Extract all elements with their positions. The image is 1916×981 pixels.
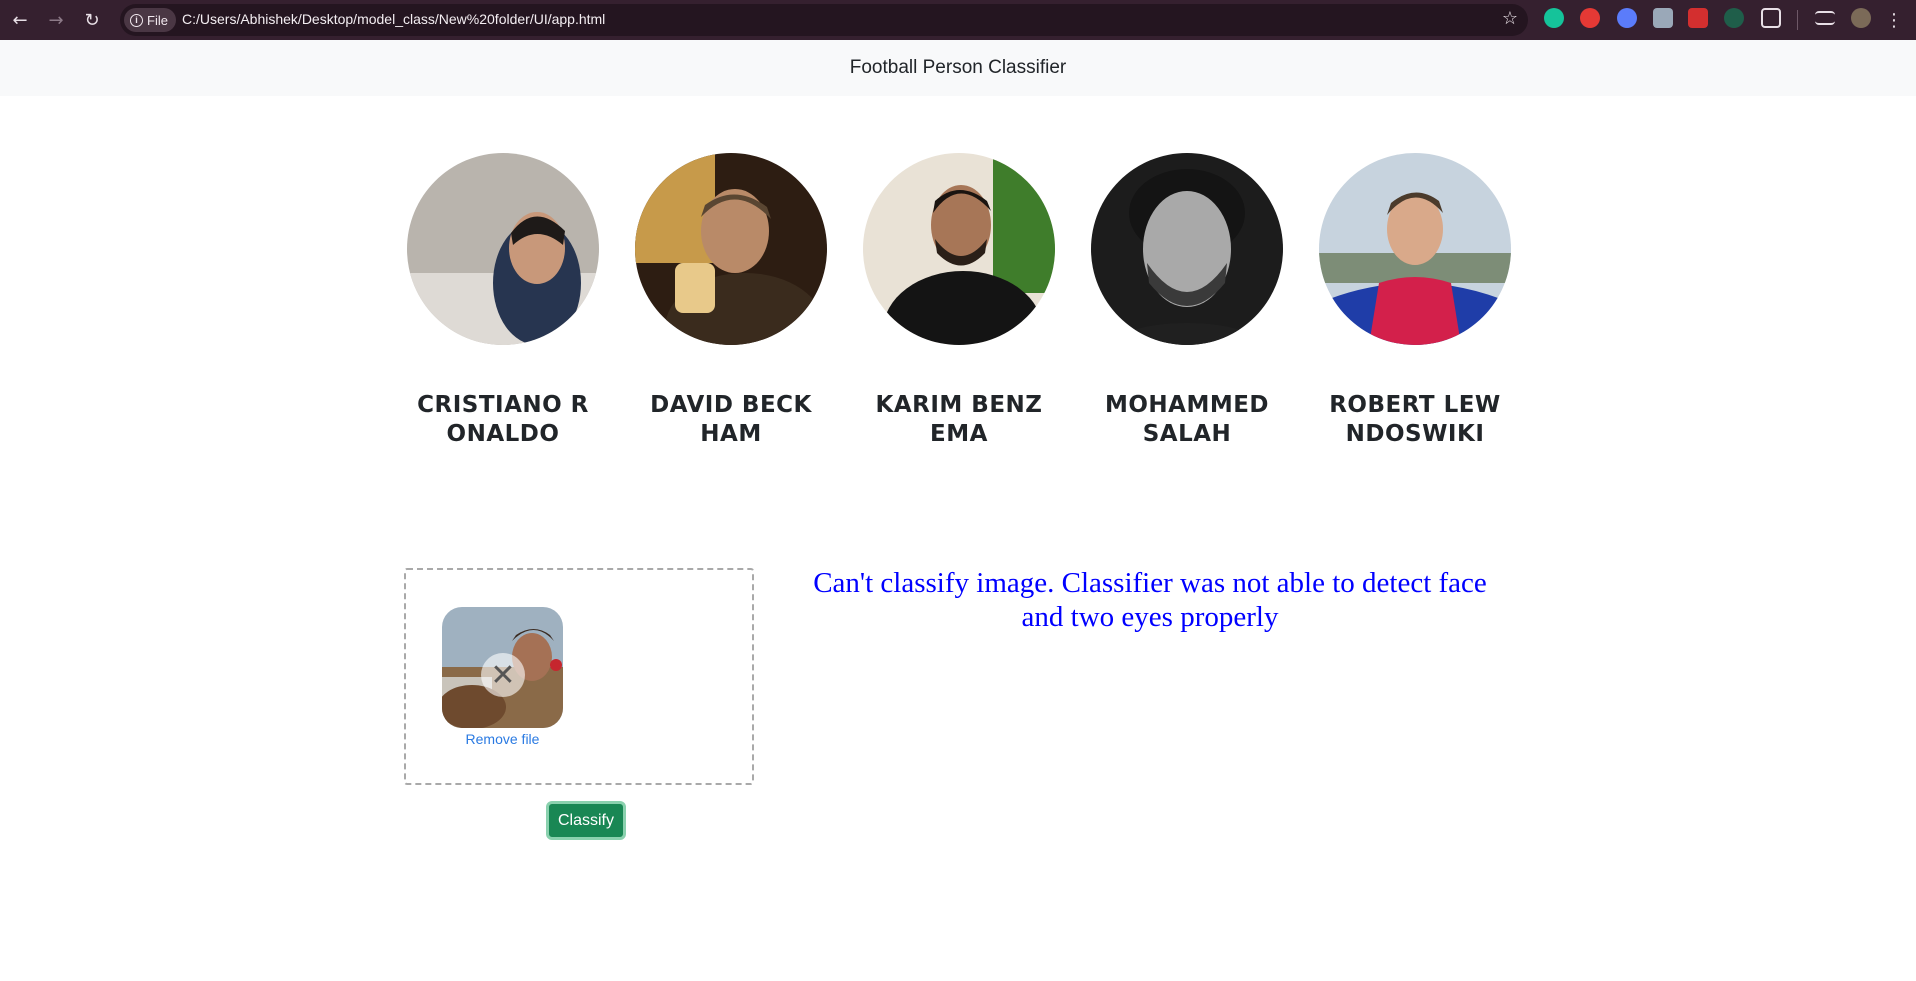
close-icon[interactable]: ✕ [481,653,525,697]
extension-icon[interactable] [1617,8,1637,28]
extension-icon[interactable] [1688,8,1708,28]
file-chip-label: File [147,12,168,28]
player-card: ROBERT LEWNDOSWIKI [1319,153,1511,449]
address-bar[interactable]: i File C:/Users/Abhishek/Desktop/model_c… [120,4,1528,36]
player-photo [635,153,827,345]
player-card: KARIM BENZEMA [863,153,1055,449]
player-photo [1319,153,1511,345]
uploaded-image-thumbnail: ✕ [442,607,563,728]
site-navbar: Football Person Classifier [0,40,1916,96]
info-icon: i [130,13,143,27]
extension-icon[interactable] [1580,8,1600,28]
player-name: MOHAMMED SALAH [1104,392,1270,447]
reload-button[interactable]: ↻ [78,6,106,34]
remove-file-link[interactable]: Remove file [442,731,563,747]
more-vert-icon: ⋮ [1885,9,1903,31]
browser-menu-button[interactable]: ⋮ [1880,6,1908,34]
player-card: MOHAMMED SALAH [1091,153,1283,449]
extension-icon[interactable] [1724,8,1744,28]
page-title: Football Person Classifier [849,57,1067,78]
profile-avatar[interactable] [1851,8,1871,28]
player-card: DAVID BECKHAM [635,153,827,449]
player-card: CRISTIANO RONALDO [407,153,599,449]
grammarly-extension-icon[interactable] [1544,8,1564,28]
site-info-chip[interactable]: i File [124,8,176,32]
arrow-left-icon: ← [12,9,28,31]
image-dropzone[interactable]: ✕ Remove file [404,568,754,785]
arrow-right-icon: → [48,9,64,31]
error-message: Can't classify image. Classifier was not… [813,567,1487,633]
star-icon[interactable]: ☆ [1502,8,1518,29]
browser-toolbar: ← → ↻ i File C:/Users/Abhishek/Desktop/m… [0,0,1916,40]
classify-button[interactable]: Classify [546,801,626,840]
back-button[interactable]: ← [6,6,34,34]
player-name: KARIM BENZEMA [875,392,1043,447]
player-name: CRISTIANO RONALDO [417,392,589,447]
url-text[interactable]: C:/Users/Abhishek/Desktop/model_class/Ne… [182,11,605,27]
reading-list-icon[interactable] [1815,11,1835,25]
player-name: DAVID BECKHAM [650,392,812,447]
player-photo [407,153,599,345]
player-photo [1091,153,1283,345]
forward-button[interactable]: → [42,6,70,34]
puzzle-icon[interactable] [1761,8,1781,28]
reload-icon: ↻ [84,9,100,31]
player-name: ROBERT LEWNDOSWIKI [1329,392,1501,447]
toolbar-divider [1797,10,1798,30]
player-photo [863,153,1055,345]
extension-icon[interactable] [1653,8,1673,28]
